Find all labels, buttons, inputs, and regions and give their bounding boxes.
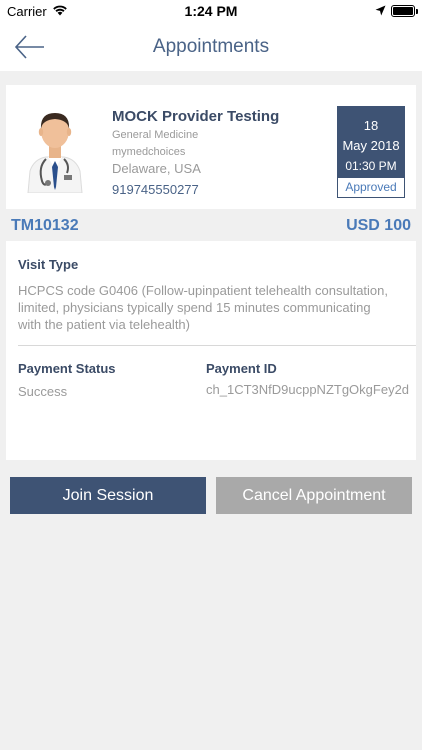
payment-id-value: ch_1CT3NfD9ucppNZTgOkgFey2d [206,382,410,397]
location-icon [375,4,386,19]
doctor-avatar-icon [24,107,86,194]
provider-phone[interactable]: 919745550277 [112,182,199,197]
payment-status-value: Success [18,384,68,399]
provider-location: Delaware, USA [112,161,201,176]
appointment-date: 18 May 2018 01:30 PM [338,107,404,178]
status-bar: Carrier 1:24 PM [0,0,422,24]
divider [18,345,416,346]
appointment-month-year: May 2018 [342,138,400,153]
status-badge: Approved [345,180,397,194]
cancel-appointment-button[interactable]: Cancel Appointment [216,477,412,514]
battery-icon [391,5,418,17]
provider-specialty: General Medicine [112,129,199,141]
appointment-date-box: 18 May 2018 01:30 PM Approved [337,106,405,198]
provider-name: MOCK Provider Testing [112,108,280,125]
status-time: 1:24 PM [184,3,238,19]
visit-type-label: Visit Type [18,257,79,272]
nav-bar: Appointments [0,24,422,71]
appointment-id: TM10132 [11,217,79,234]
join-session-button[interactable]: Join Session [10,477,206,514]
appointment-price: USD 100 [346,217,411,234]
appointment-details-card: Visit Type HCPCS code G0406 (Follow-upin… [6,241,416,460]
appointment-id-row: TM10132 USD 100 [0,212,422,238]
provider-card: MOCK Provider Testing General Medicine m… [6,85,416,209]
provider-organization: mymedchoices [112,146,186,158]
appointment-day: 18 [363,118,379,133]
visit-type-value: HCPCS code G0406 (Follow-upinpatient tel… [18,283,388,332]
payment-status-label: Payment Status [18,361,116,376]
page-title: Appointments [152,36,270,57]
payment-id-label: Payment ID [206,361,277,376]
appointment-time: 01:30 PM [345,159,397,173]
